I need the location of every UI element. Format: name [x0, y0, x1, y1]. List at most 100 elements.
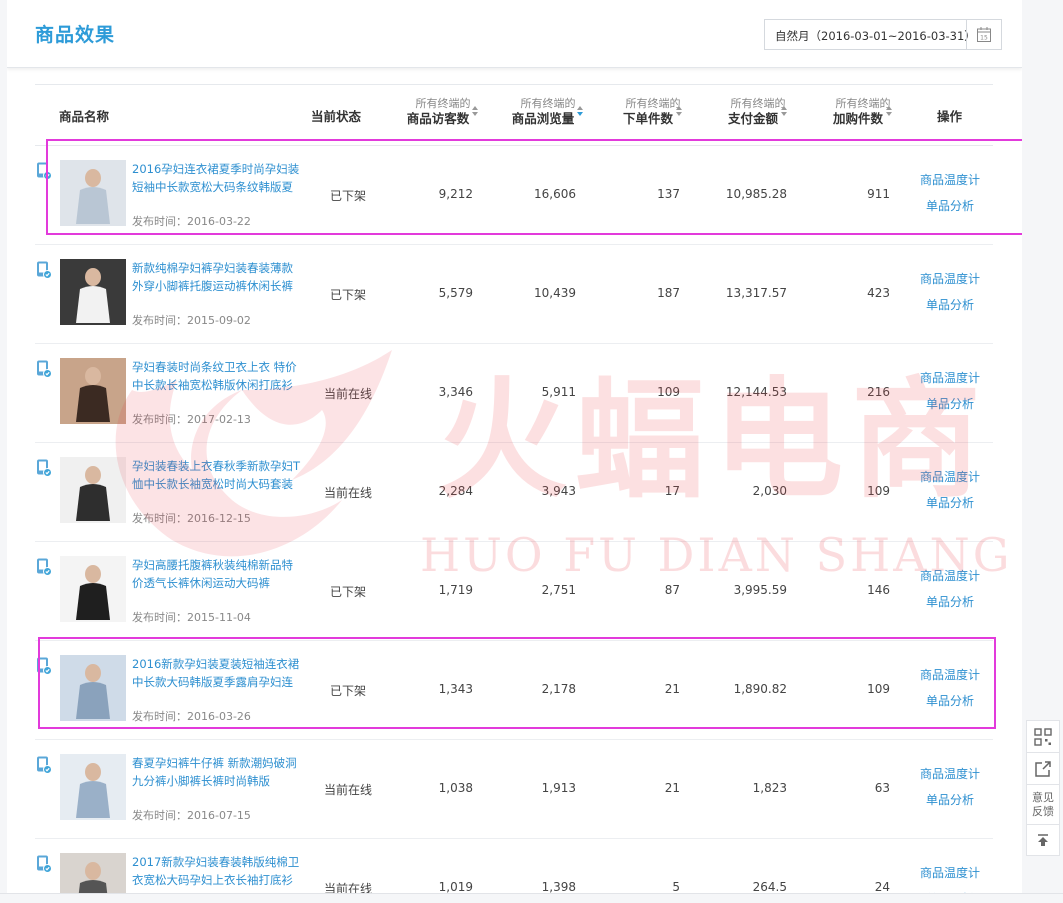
status-cell: 已下架 — [329, 288, 366, 302]
publish-date: 发布时间：2016-03-26 — [132, 710, 251, 723]
orders-cell: 17 — [664, 484, 680, 498]
single-product-analysis-link[interactable]: 单品分析 — [915, 391, 985, 417]
col-status: 当前状态 — [311, 109, 362, 124]
card-header: 商品效果 自然月（2016-03-01~2016-03-31） 15 — [7, 0, 1022, 68]
sort-icon[interactable] — [577, 105, 584, 118]
product-thumbnail[interactable] — [60, 358, 126, 424]
single-product-analysis-link[interactable]: 单品分析 — [915, 787, 985, 813]
qrcode-button[interactable] — [1026, 720, 1060, 752]
single-product-analysis-link[interactable]: 单品分析 — [915, 292, 985, 318]
product-thermometer-link[interactable]: 商品温度计 — [915, 167, 985, 193]
cart-cell: 109 — [867, 484, 890, 498]
orders-cell: 5 — [672, 880, 680, 894]
views-cell: 1,913 — [541, 781, 576, 795]
table-row: 新款纯棉孕妇裤孕妇装春装薄款外穿小脚裤托腹运动裤休闲长裤 发布时间：2015-0… — [35, 244, 993, 344]
product-thermometer-link[interactable]: 商品温度计 — [915, 662, 985, 688]
device-check-icon — [36, 360, 52, 378]
visitors-cell: 1,019 — [438, 880, 473, 894]
col-actions: 操作 — [937, 109, 963, 124]
orders-cell: 187 — [657, 286, 680, 300]
publish-date: 发布时间：2016-03-22 — [132, 215, 251, 228]
orders-cell: 137 — [657, 187, 680, 201]
table-row: 孕妇高腰托腹裤秋装纯棉新品特价透气长裤休闲运动大码裤 发布时间：2015-11-… — [35, 541, 993, 641]
single-product-analysis-link[interactable]: 单品分析 — [915, 490, 985, 516]
payment-cell: 12,144.53 — [725, 385, 787, 399]
cart-cell: 146 — [867, 583, 890, 597]
views-cell: 2,178 — [541, 682, 576, 696]
product-thermometer-link[interactable]: 商品温度计 — [915, 365, 985, 391]
payment-cell: 10,985.28 — [725, 187, 787, 201]
publish-date: 发布时间：2016-12-15 — [132, 512, 251, 525]
table-row: 孕妇春装时尚条纹卫衣上衣 特价中长款长袖宽松韩版休闲打底衫 发布时间：2017-… — [35, 343, 993, 443]
product-thermometer-link[interactable]: 商品温度计 — [915, 860, 985, 886]
device-check-icon — [36, 756, 52, 774]
table-row: 2016新款孕妇装夏装短袖连衣裙中长款大码韩版夏季露肩孕妇连 发布时间：2016… — [35, 640, 993, 740]
col-orders[interactable]: 所有终端的 下单件数 — [603, 97, 703, 127]
back-to-top-icon — [1038, 834, 1048, 846]
share-button[interactable] — [1026, 752, 1060, 784]
device-check-icon — [36, 855, 52, 873]
single-product-analysis-link[interactable]: 单品分析 — [915, 688, 985, 714]
status-cell: 已下架 — [329, 585, 366, 599]
actions-cell: 商品温度计 单品分析 — [915, 464, 985, 516]
cart-cell: 109 — [867, 682, 890, 696]
status-cell: 已下架 — [329, 189, 366, 203]
table-row: 孕妇装春装上衣春秋季新款孕妇T恤中长款长袖宽松时尚大码套装 发布时间：2016-… — [35, 442, 993, 542]
visitors-cell: 1,038 — [438, 781, 473, 795]
product-thumbnail[interactable] — [60, 259, 126, 325]
float-toolbar: 意见反馈 — [1026, 720, 1060, 856]
actions-cell: 商品温度计 单品分析 — [915, 761, 985, 813]
single-product-analysis-link[interactable]: 单品分析 — [915, 589, 985, 615]
product-thumbnail[interactable] — [60, 160, 126, 226]
product-thermometer-link[interactable]: 商品温度计 — [915, 266, 985, 292]
device-check-icon — [36, 657, 52, 675]
table-row: 2016孕妇连衣裙夏季时尚孕妇装短袖中长款宽松大码条纹韩版夏 发布时间：2016… — [35, 145, 993, 245]
publish-date: 发布时间：2015-11-04 — [132, 611, 251, 624]
device-check-icon — [36, 162, 52, 180]
calendar-button[interactable]: 15 — [966, 20, 1001, 49]
col-views[interactable]: 所有终端的 商品浏览量 — [498, 97, 598, 127]
status-cell: 已下架 — [329, 684, 366, 698]
single-product-analysis-link[interactable]: 单品分析 — [915, 193, 985, 219]
col-payment[interactable]: 所有终端的 支付金额 — [708, 97, 808, 127]
product-thumbnail[interactable] — [60, 556, 126, 622]
product-thumbnail[interactable] — [60, 754, 126, 820]
product-name-link[interactable]: 孕妇春装时尚条纹卫衣上衣 特价中长款长袖宽松韩版休闲打底衫 — [132, 358, 304, 394]
payment-cell: 1,823 — [752, 781, 787, 795]
product-name-link[interactable]: 孕妇装春装上衣春秋季新款孕妇T恤中长款长袖宽松时尚大码套装 — [132, 457, 304, 493]
views-cell: 1,398 — [541, 880, 576, 894]
product-name-link[interactable]: 春夏孕妇裤牛仔裤 新款潮妈破洞九分裤小脚裤长裤时尚韩版 — [132, 754, 304, 790]
svg-text:15: 15 — [980, 35, 988, 42]
back-to-top-button[interactable] — [1026, 824, 1060, 856]
sort-icon[interactable] — [886, 105, 893, 118]
actions-cell: 商品温度计 单品分析 — [915, 365, 985, 417]
col-visitors[interactable]: 所有终端的 商品访客数 — [393, 97, 493, 127]
product-thermometer-link[interactable]: 商品温度计 — [915, 761, 985, 787]
product-thumbnail[interactable] — [60, 655, 126, 721]
product-thermometer-link[interactable]: 商品温度计 — [915, 464, 985, 490]
product-thumbnail[interactable] — [60, 457, 126, 523]
product-name-link[interactable]: 新款纯棉孕妇裤孕妇装春装薄款外穿小脚裤托腹运动裤休闲长裤 — [132, 259, 304, 295]
visitors-cell: 1,343 — [438, 682, 473, 696]
product-name-link[interactable]: 孕妇高腰托腹裤秋装纯棉新品特价透气长裤休闲运动大码裤 — [132, 556, 304, 592]
product-effect-card: 商品效果 自然月（2016-03-01~2016-03-31） 15 商品名称 … — [7, 0, 1022, 902]
feedback-button[interactable]: 意见反馈 — [1026, 784, 1060, 824]
sort-icon[interactable] — [781, 105, 788, 118]
share-icon — [1035, 760, 1051, 777]
product-name-link[interactable]: 2016新款孕妇装夏装短袖连衣裙中长款大码韩版夏季露肩孕妇连 — [132, 655, 304, 691]
table-row: 春夏孕妇裤牛仔裤 新款潮妈破洞九分裤小脚裤长裤时尚韩版 发布时间：2016-07… — [35, 739, 993, 839]
date-range-picker[interactable]: 自然月（2016-03-01~2016-03-31） 15 — [764, 19, 1002, 50]
product-name-link[interactable]: 2016孕妇连衣裙夏季时尚孕妇装短袖中长款宽松大码条纹韩版夏 — [132, 160, 304, 196]
payment-cell: 1,890.82 — [733, 682, 787, 696]
product-name-link[interactable]: 2017新款孕妇装春装韩版纯棉卫衣宽松大码孕妇上衣长袖打底衫 — [132, 853, 304, 889]
col-cart[interactable]: 所有终端的 加购件数 — [813, 97, 913, 127]
visitors-cell: 5,579 — [438, 286, 473, 300]
actions-cell: 商品温度计 单品分析 — [915, 167, 985, 219]
actions-cell: 商品温度计 单品分析 — [915, 563, 985, 615]
sort-icon[interactable] — [676, 105, 683, 118]
product-thermometer-link[interactable]: 商品温度计 — [915, 563, 985, 589]
status-cell: 当前在线 — [323, 387, 372, 401]
payment-cell: 264.5 — [752, 880, 787, 894]
sort-icon[interactable] — [472, 105, 479, 118]
payment-cell: 2,030 — [752, 484, 787, 498]
